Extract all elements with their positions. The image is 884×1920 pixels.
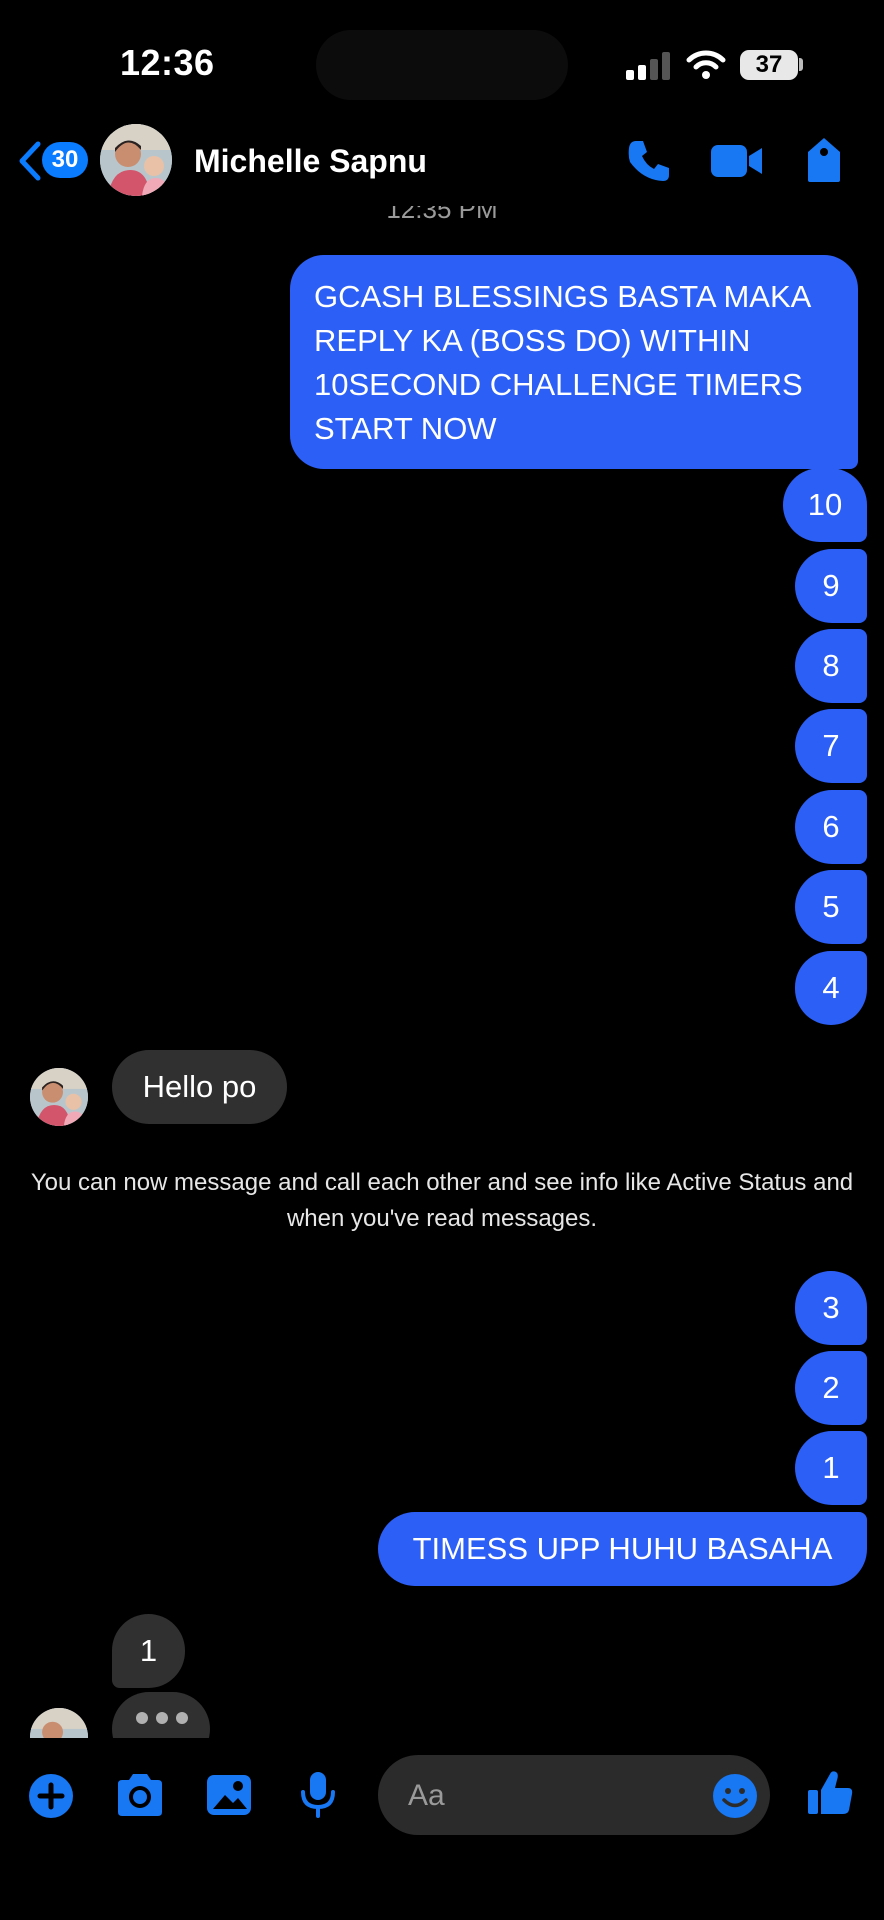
incoming-message[interactable]: Hello po [112, 1050, 287, 1124]
cellular-signal-icon [626, 52, 672, 80]
outgoing-message[interactable]: 2 [795, 1351, 867, 1425]
outgoing-message[interactable]: TIMESS UPP HUHU BASAHA [378, 1512, 867, 1586]
plus-icon[interactable] [28, 1773, 74, 1819]
timestamp: 12:35 PM [386, 206, 498, 222]
battery-indicator: 37 [740, 50, 798, 80]
outgoing-message[interactable]: 6 [795, 790, 867, 864]
gallery-icon[interactable] [205, 1773, 253, 1817]
outgoing-message[interactable]: 10 [783, 468, 867, 542]
video-camera-icon[interactable] [709, 141, 765, 181]
outgoing-message[interactable]: 8 [795, 629, 867, 703]
outgoing-message[interactable]: 5 [795, 870, 867, 944]
thumbs-up-icon[interactable] [806, 1768, 856, 1818]
sender-avatar [30, 1708, 88, 1738]
connection-notice: You can now message and call each other … [30, 1169, 854, 1232]
contact-name[interactable]: Michelle Sapnu [194, 143, 427, 180]
unread-count-badge[interactable]: 30 [42, 142, 88, 178]
phone-icon[interactable] [626, 138, 672, 184]
contact-avatar[interactable] [100, 124, 172, 196]
outgoing-message[interactable]: 9 [795, 549, 867, 623]
typing-indicator [112, 1692, 210, 1738]
battery-cap [799, 58, 803, 71]
tag-icon[interactable] [804, 136, 844, 184]
incoming-message[interactable]: 1 [112, 1614, 185, 1688]
outgoing-message[interactable]: 1 [795, 1431, 867, 1505]
outgoing-message[interactable]: 4 [795, 951, 867, 1025]
camera-icon[interactable] [114, 1772, 166, 1818]
microphone-icon[interactable] [298, 1770, 338, 1820]
outgoing-message[interactable]: 3 [795, 1271, 867, 1345]
status-time: 12:36 [120, 42, 215, 83]
dynamic-island [316, 30, 568, 100]
typing-row-clip [0, 1680, 884, 1738]
message-input-placeholder: Aa [408, 1779, 445, 1812]
timestamp-clip: 12:35 PM [300, 206, 584, 222]
outgoing-message[interactable]: 7 [795, 709, 867, 783]
sender-avatar [30, 1068, 88, 1126]
wifi-icon [686, 50, 726, 79]
back-chevron-icon[interactable] [16, 140, 44, 182]
typing-dots-icon [136, 1712, 188, 1724]
outgoing-message[interactable]: GCASH BLESSINGS BASTA MAKA REPLY KA (BOS… [290, 255, 858, 469]
emoji-icon[interactable] [712, 1773, 758, 1819]
